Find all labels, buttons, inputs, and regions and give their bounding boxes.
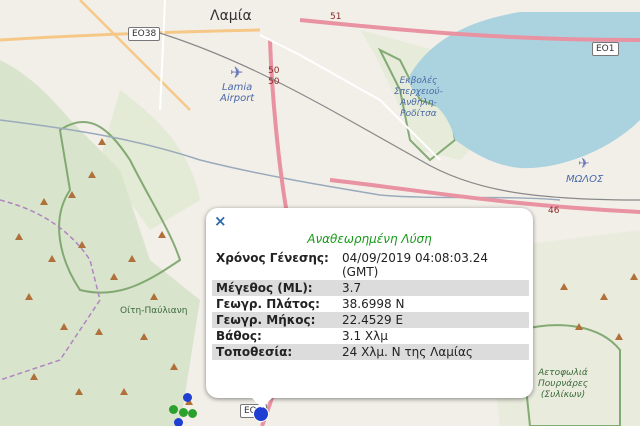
map-canvas[interactable]: ✈ ✈ Λαμία Lamia Airport Εκβολές Σπερχειού-… <box>0 0 640 426</box>
earthquake-marker[interactable] <box>179 408 188 417</box>
earthquake-marker[interactable] <box>169 405 178 414</box>
info-key: Τοποθεσία: <box>212 344 338 360</box>
earthquake-marker[interactable] <box>188 409 197 418</box>
road-number: 50 <box>268 77 280 87</box>
airport-label: Lamia Airport <box>220 82 255 104</box>
selected-earthquake-marker[interactable] <box>253 406 269 422</box>
info-value: 3.1 Χλμ <box>342 329 388 343</box>
svg-text:✈: ✈ <box>578 156 590 172</box>
road-number: 46 <box>548 206 560 216</box>
estuary-label: Εκβολές Σπερχειού- Ανθήλη- Ροδίτσα <box>394 76 443 119</box>
molos-label: ΜΩΛΟΣ <box>566 174 604 185</box>
info-value: 22.4529 E <box>338 312 529 328</box>
info-value: 38.6998 N <box>342 297 405 311</box>
road-number: 50 <box>268 66 280 76</box>
info-value: 04/09/2019 04:08:03.24 (GMT) <box>342 251 488 279</box>
info-row: Γεωγρ. Πλάτος: 38.6998 N <box>212 296 529 312</box>
earthquake-popup: × Αναθεωρημένη Λύση Χρόνος Γένεσης: 04/0… <box>206 208 533 408</box>
earthquake-marker[interactable] <box>183 393 192 402</box>
info-row: Μέγεθος (ML): 3.7 <box>212 280 529 296</box>
info-key: Γεωγρ. Μήκος: <box>212 312 338 328</box>
info-row: Τοποθεσία: 24 Χλμ. N της Λαμίας <box>212 344 529 360</box>
info-key: Μέγεθος (ML): <box>212 280 338 296</box>
svg-text:✈: ✈ <box>230 63 243 82</box>
popup-title: Αναθεωρημένη Λύση <box>307 232 432 246</box>
info-key: Βάθος: <box>216 329 262 343</box>
protected-area-label: Αετοφωλιά Πουρνάρες (Συλίκων) <box>538 368 589 400</box>
road-number: 51 <box>330 12 342 22</box>
info-value: 24 Χλμ. N της Λαμίας <box>338 344 529 360</box>
info-key: Γεωγρ. Πλάτος: <box>216 297 320 311</box>
info-row: Γεωγρ. Μήκος: 22.4529 E <box>212 312 529 328</box>
info-row: Χρόνος Γένεσης: 04/09/2019 04:08:03.24 (… <box>212 250 529 280</box>
info-value: 3.7 <box>338 280 529 296</box>
info-row: Βάθος: 3.1 Χλμ <box>212 328 529 344</box>
earthquake-info-table: Χρόνος Γένεσης: 04/09/2019 04:08:03.24 (… <box>212 250 529 360</box>
earthquake-marker[interactable] <box>174 418 183 426</box>
city-label-lamia: Λαμία <box>210 8 252 24</box>
road-shield: EO1 <box>592 42 619 56</box>
park-label: Οίτη-Παύλιανη <box>120 306 188 316</box>
road-shield: EO38 <box>128 27 161 41</box>
info-key: Χρόνος Γένεσης: <box>216 251 329 265</box>
close-icon[interactable]: × <box>214 212 227 230</box>
